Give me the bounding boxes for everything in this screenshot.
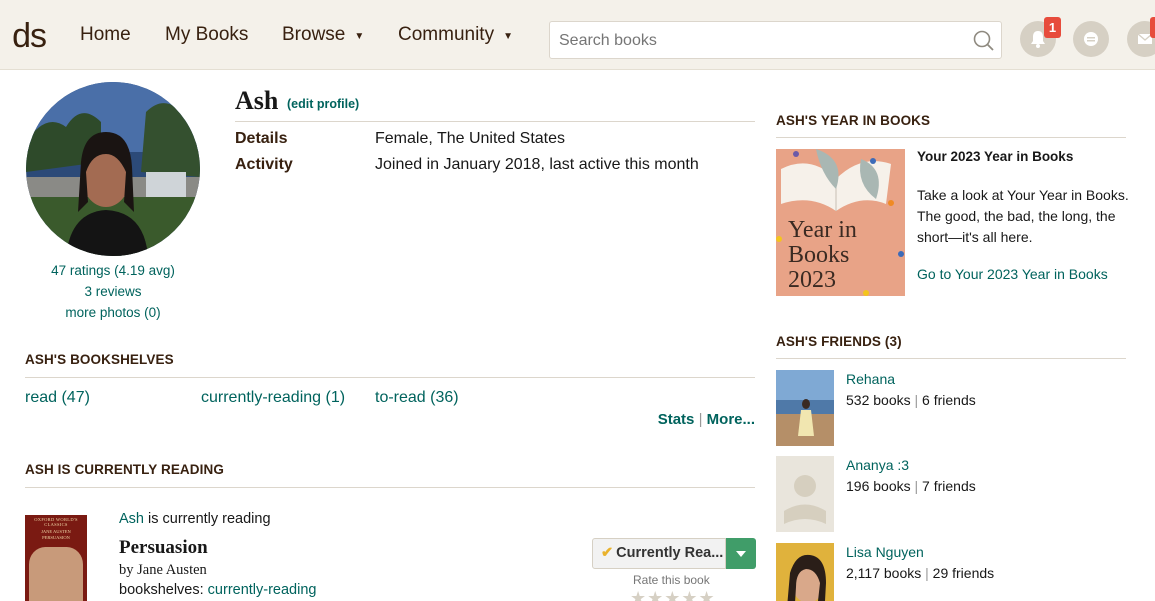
activity-label: Activity [235,156,293,173]
user-link[interactable]: Ash [119,511,144,527]
edit-profile-link[interactable]: (edit profile) [287,97,359,111]
separator: | [698,411,703,428]
friend-avatar[interactable] [776,543,834,601]
cover-series-text: OXFORD WORLD'S CLASSICS [34,517,78,527]
divider [25,377,755,378]
cover-portrait-art [29,547,83,601]
shelf-status-button[interactable]: ✔ Currently Rea... [592,538,726,569]
nav-browse[interactable]: Browse ▼ [282,0,364,70]
reviews-link[interactable]: 3 reviews [84,284,141,299]
friend-stats: 532 books | 6 friends [846,392,976,408]
more-photos-link[interactable]: more photos (0) [65,305,160,320]
shelf-read-link[interactable]: read (47) [25,389,90,407]
friend-avatar[interactable] [776,370,834,446]
year-in-books-image[interactable]: Year in Books 2023 [776,149,905,296]
book-shelf-link[interactable]: currently-reading [208,582,317,598]
stats-link[interactable]: Stats [658,411,695,428]
friend-name-link[interactable]: Rehana [846,371,895,387]
year-in-books-link[interactable]: Go to Your 2023 Year in Books [917,266,1108,282]
divider [235,121,755,122]
year-in-books-heading: ASH'S YEAR IN BOOKS [776,113,931,128]
profile-stats: 47 ratings (4.19 avg) 3 reviews more pho… [26,260,200,323]
year-in-books-description: Take a look at Your Year in Books. The g… [917,187,1129,245]
divider [776,358,1126,359]
details-value: Female, The United States [375,130,566,147]
book-title-link[interactable]: Persuasion [119,537,208,559]
nav-my-books[interactable]: My Books [165,0,248,70]
book-shelves-line: bookshelves: currently-reading [119,582,317,598]
more-shelves-link[interactable]: More... [707,411,755,428]
discussions-icon[interactable] [1073,21,1109,57]
top-navigation-bar: ds Home My Books Browse▼ Community▼ 1 [0,0,1155,70]
year-in-books-title: Your 2023 Year in Books [917,149,1074,164]
stats-more-links: Stats | More... [658,411,755,428]
details-label: Details [235,130,288,147]
year-in-books-image-text: Year in Books 2023 [788,217,857,293]
nav-home[interactable]: Home [80,0,131,70]
search-input[interactable] [559,30,959,52]
friend-stats: 196 books | 7 friends [846,478,976,494]
friend-name-link[interactable]: Lisa Nguyen [846,544,924,560]
ratings-link[interactable]: 47 ratings (4.19 avg) [51,263,175,278]
caret-down-icon: ▼ [503,30,513,42]
search-box [549,21,1002,59]
book-author[interactable]: by Jane Austen [119,562,207,579]
friend-name-link[interactable]: Ananya :3 [846,457,909,473]
rate-this-book-label: Rate this book [633,573,710,587]
friend-stats: 2,117 books | 29 friends [846,565,995,581]
nav-community[interactable]: Community ▼ [398,0,513,70]
activity-value: Joined in January 2018, last active this… [375,156,699,173]
divider [776,137,1126,138]
goodreads-logo[interactable]: ds [0,16,46,56]
bookshelves-heading[interactable]: ASH'S BOOKSHELVES [25,352,174,367]
cover-author-title-text: JANE AUSTEN PERSUASION [41,529,71,540]
currently-reading-heading[interactable]: ASH IS CURRENTLY READING [25,462,224,477]
book-cover-image[interactable]: OXFORD WORLD'S CLASSICS JANE AUSTEN PERSU… [25,515,87,601]
shelf-dropdown-button[interactable] [726,538,756,569]
shelf-currently-reading-link[interactable]: currently-reading (1) [201,389,345,407]
messages-count-badge [1150,17,1155,38]
notification-count-badge: 1 [1044,17,1061,38]
reading-status-line: Ash is currently reading [119,511,271,527]
checkmark-icon: ✔ [601,545,614,561]
friends-heading[interactable]: ASH'S FRIENDS (3) [776,334,902,349]
friend-avatar[interactable] [776,456,834,532]
search-icon[interactable] [971,28,997,54]
shelf-to-read-link[interactable]: to-read (36) [375,389,459,407]
profile-name: Ash [235,86,279,115]
star-rating-widget[interactable]: ★★★★★ [630,588,716,601]
divider [25,487,755,488]
profile-avatar[interactable] [26,82,200,256]
caret-down-icon: ▼ [354,30,365,42]
